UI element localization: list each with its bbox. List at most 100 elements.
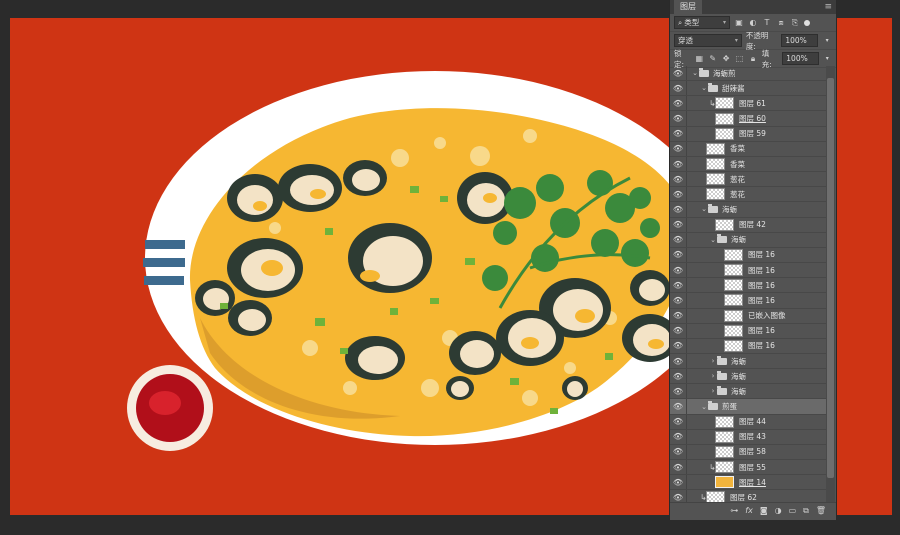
layer-group-row[interactable]: 👁︎ › 海蛎 [670,353,826,370]
layer-name[interactable]: 图层 16 [748,249,775,260]
layer-thumbnail[interactable] [715,430,734,443]
layer-thumbnail[interactable] [715,127,734,140]
visibility-toggle[interactable]: 👁︎ [670,308,687,323]
layer-row[interactable]: 👁︎ 已嵌入图像 [670,308,826,324]
layer-name[interactable]: 图层 16 [748,340,775,351]
layer-row[interactable]: 👁︎ 图层 42 [670,217,826,233]
trash-icon[interactable]: 🗑︎ [816,506,826,515]
filter-toggle-icon[interactable] [804,19,810,26]
layer-row[interactable]: 👁︎ 葱花 [670,172,826,188]
visibility-toggle[interactable]: 👁︎ [670,66,687,81]
layer-thumbnail[interactable] [706,173,725,186]
fx-icon[interactable]: fx [745,506,753,515]
layer-thumbnail[interactable] [724,309,743,322]
chevron-down-icon[interactable]: ▾ [822,36,832,46]
layer-thumbnail[interactable] [706,188,725,201]
layer-row[interactable]: 👁︎ 葱花 [670,187,826,203]
visibility-toggle[interactable]: 👁︎ [670,429,687,444]
layer-name[interactable]: 图层 44 [739,416,766,427]
layer-name[interactable]: 葱花 [730,189,745,200]
visibility-toggle[interactable]: 👁︎ [670,172,687,187]
shape-filter-icon[interactable]: ⧈ [776,18,786,28]
visibility-toggle[interactable]: 👁︎ [670,81,687,96]
visibility-toggle[interactable]: 👁︎ [670,414,687,429]
layers-tab[interactable]: 图层 [674,0,702,14]
visibility-toggle[interactable]: 👁︎ [670,232,687,247]
layer-row[interactable]: 👁︎ 图层 16 [670,338,826,354]
adjustment-icon[interactable]: ◑ [775,506,782,515]
visibility-toggle[interactable]: 👁︎ [670,384,687,399]
visibility-toggle[interactable]: 👁︎ [670,369,687,384]
layer-group-row[interactable]: 👁︎ › 海蛎 [670,384,826,400]
layer-row[interactable]: 👁︎ 图层 16 [670,247,826,264]
visibility-toggle[interactable]: 👁︎ [670,263,687,278]
visibility-toggle[interactable]: 👁︎ [670,490,687,502]
visibility-toggle[interactable]: 👁︎ [670,338,687,353]
layer-thumbnail[interactable] [715,218,734,231]
pixel-filter-icon[interactable]: ▣ [734,18,744,28]
chevron-right-icon[interactable]: › [709,357,717,365]
layer-thumbnail[interactable] [724,339,743,352]
layer-thumbnail[interactable] [715,445,734,458]
layer-row[interactable]: 👁︎ 图层 16 [670,278,826,294]
layer-group-row[interactable]: 👁︎ ⌄ 海蛎煎 [670,66,826,82]
layer-thumbnail[interactable] [724,264,743,277]
chevron-right-icon[interactable]: › [709,372,717,380]
visibility-toggle[interactable]: 👁︎ [670,156,687,172]
panel-menu-icon[interactable]: ≡ [824,2,832,12]
adjustment-filter-icon[interactable]: ◐ [748,18,758,28]
lock-artboard-icon[interactable]: ⬚ [735,54,744,64]
layer-name[interactable]: 图层 16 [748,265,775,276]
layer-thumbnail[interactable] [706,158,725,171]
visibility-toggle[interactable]: 👁︎ [670,399,687,414]
chevron-down-icon[interactable]: ⌄ [709,236,717,244]
visibility-toggle[interactable]: 👁︎ [670,247,687,263]
layer-group-row[interactable]: 👁︎ ⌄ 海蛎 [670,202,826,218]
layer-row[interactable]: 👁︎ 图层 59 [670,126,826,142]
new-layer-icon[interactable]: ⧉ [803,506,809,516]
lock-all-icon[interactable]: 🔒︎ [748,54,757,64]
visibility-toggle[interactable]: 👁︎ [670,126,687,141]
layer-row[interactable]: 👁︎ 图层 16 [670,323,826,339]
layer-thumbnail[interactable] [715,97,734,110]
layer-thumbnail[interactable] [706,142,725,155]
layer-group-row[interactable]: 👁︎ › 海蛎 [670,369,826,385]
layer-row[interactable]: 👁︎ ↳ 图层 62 [670,490,826,502]
layer-name[interactable]: 海蛎 [731,234,746,245]
blend-mode-select[interactable]: 穿透 ▾ [674,34,742,47]
visibility-toggle[interactable]: 👁︎ [670,444,687,460]
lock-move-icon[interactable]: ✥ [721,54,730,64]
chevron-down-icon[interactable]: ▾ [823,54,832,64]
layer-name[interactable]: 海蛎 [731,371,746,382]
layer-thumbnail[interactable] [715,476,734,489]
layer-row[interactable]: 👁︎ 香菜 [670,141,826,157]
layer-group-row[interactable]: 👁︎ ⌄ 海蛎 [670,232,826,248]
visibility-toggle[interactable]: 👁︎ [670,323,687,338]
layer-row[interactable]: 👁︎ ↳ 图层 55 [670,460,826,476]
layer-name[interactable]: 图层 16 [748,280,775,291]
layer-name[interactable]: 煎蛋 [722,401,737,412]
visibility-toggle[interactable]: 👁︎ [670,460,687,475]
layer-row[interactable]: 👁︎ 图层 14 [670,475,826,491]
visibility-toggle[interactable]: 👁︎ [670,353,687,369]
layer-name[interactable]: 甜辣酱 [722,83,745,94]
chevron-down-icon[interactable]: ⌄ [691,69,699,77]
layer-name[interactable]: 图层 58 [739,446,766,457]
visibility-toggle[interactable]: 👁︎ [670,141,687,156]
filter-type-select[interactable]: ⌕ 类型 ▾ [674,16,730,29]
scroll-thumb[interactable] [827,78,834,478]
visibility-toggle[interactable]: 👁︎ [670,278,687,293]
layer-name[interactable]: 图层 14 [739,477,766,488]
chevron-down-icon[interactable]: ⌄ [700,84,708,92]
lock-paint-icon[interactable]: ✎ [708,54,717,64]
layer-row[interactable]: 👁︎ ↳ 图层 61 [670,96,826,112]
opacity-input[interactable]: 100% [781,34,819,47]
chevron-right-icon[interactable]: › [709,387,717,395]
layer-name[interactable]: 香菜 [730,159,745,170]
layer-row[interactable]: 👁︎ 图层 43 [670,429,826,445]
layer-group-row[interactable]: 👁︎ ⌄ 甜辣酱 [670,81,826,97]
layer-thumbnail[interactable] [724,248,743,261]
layer-thumbnail[interactable] [715,461,734,474]
layer-name[interactable]: 海蛎煎 [713,68,736,79]
layer-name[interactable]: 图层 43 [739,431,766,442]
